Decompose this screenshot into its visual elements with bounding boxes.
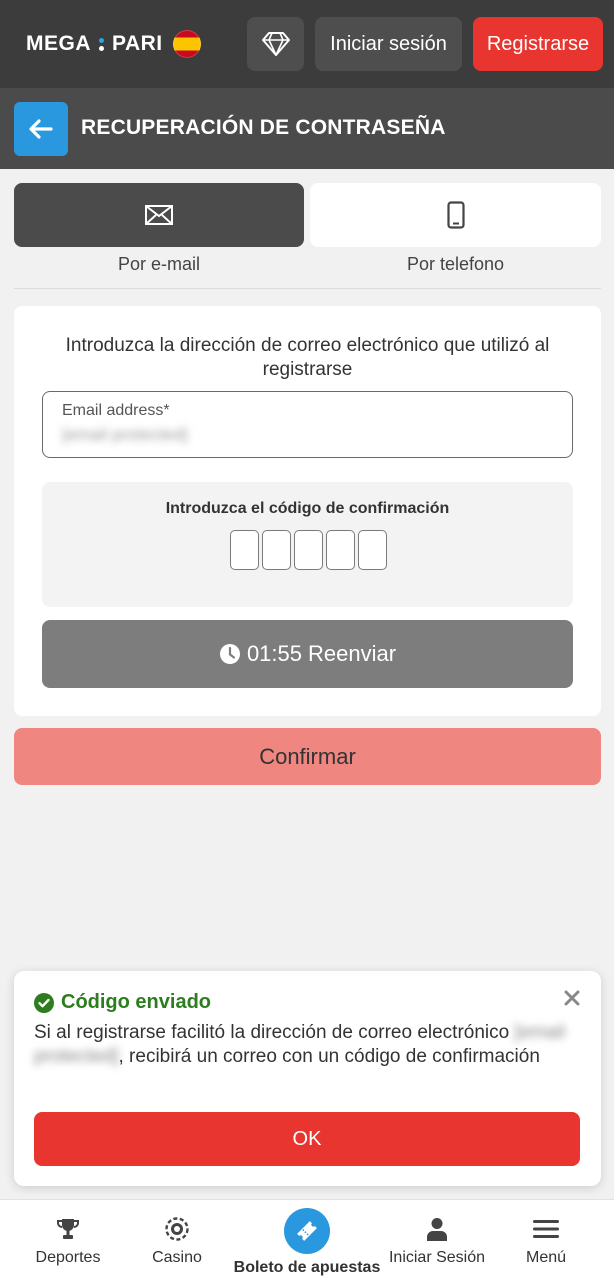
logo-text-right: PARI xyxy=(112,32,163,55)
tab-label-email: Por e-mail xyxy=(117,254,201,274)
trophy-icon xyxy=(56,1217,80,1241)
tab-label-phone: Por telefono xyxy=(406,254,505,274)
nav-item-casino[interactable]: Casino xyxy=(137,1200,217,1280)
nav-item-deportes[interactable]: Deportes xyxy=(23,1200,113,1280)
notification-text-before: Si al registrarse facilitó la dirección … xyxy=(34,1022,510,1043)
ok-button[interactable]: OK xyxy=(34,1112,580,1166)
code-digit-input[interactable] xyxy=(262,530,291,570)
resend-timer: 01:55 xyxy=(246,641,302,666)
email-field-value[interactable]: [email protected] xyxy=(62,425,188,445)
code-input-group xyxy=(230,530,387,570)
nav-label-casino: Casino xyxy=(152,1249,202,1266)
spain-flag-icon xyxy=(172,30,201,58)
page-title: RECUPERACIÓN DE CONTRASEÑA xyxy=(81,116,446,139)
logo-colon xyxy=(99,37,104,51)
code-digit-input[interactable] xyxy=(230,530,259,570)
confirm-button[interactable]: Confirmar xyxy=(14,728,601,785)
nav-label-deportes: Deportes xyxy=(35,1249,101,1266)
tab-by-email[interactable] xyxy=(14,183,304,247)
ticket-icon xyxy=(284,1208,330,1254)
resend-label: Reenviar xyxy=(308,641,397,666)
notification-text-after: , recibirá un correo con un código de co… xyxy=(118,1046,540,1067)
logo-text-left: MEGA xyxy=(26,32,91,55)
close-icon[interactable] xyxy=(561,987,583,1009)
email-recovery-card: Introduzca la dirección de correo electr… xyxy=(14,306,601,716)
bottom-navigation: Deportes Casino Boleto de apuestas Inici… xyxy=(0,1199,614,1280)
code-digit-input[interactable] xyxy=(358,530,387,570)
nav-label-betslip: Boleto de apuestas xyxy=(233,1259,381,1276)
code-sent-notification: Código enviado Si al registrarse facilit… xyxy=(14,971,601,1186)
tab-by-phone[interactable] xyxy=(310,183,601,247)
envelope-icon xyxy=(145,205,173,225)
code-digit-input[interactable] xyxy=(326,530,355,570)
tabs-divider xyxy=(14,288,601,289)
nav-label-login: Iniciar Sesión xyxy=(388,1249,486,1266)
arrow-left-icon xyxy=(29,119,53,139)
page-title-bar: RECUPERACIÓN DE CONTRASEÑA xyxy=(0,88,614,169)
diamond-icon xyxy=(261,32,290,56)
email-field[interactable]: Email address* [email protected] xyxy=(42,391,573,458)
check-circle-icon xyxy=(34,992,54,1013)
instruction-text: Introduzca la dirección de correo electr… xyxy=(65,335,550,380)
notification-title: Código enviado xyxy=(61,991,211,1013)
nav-item-login[interactable]: Iniciar Sesión xyxy=(384,1200,490,1280)
nav-item-menu[interactable]: Menú xyxy=(515,1200,577,1280)
resend-button[interactable]: 01:55 Reenviar xyxy=(42,620,573,688)
code-digit-input[interactable] xyxy=(294,530,323,570)
clock-icon xyxy=(219,644,240,664)
back-button[interactable] xyxy=(14,102,68,156)
casino-chip-icon xyxy=(165,1217,189,1241)
code-title: Introduzca el código de confirmación xyxy=(165,500,450,517)
confirmation-code-box: Introduzca el código de confirmación xyxy=(42,482,573,607)
email-field-label: Email address* xyxy=(62,402,170,419)
nav-item-betslip[interactable]: Boleto de apuestas xyxy=(232,1200,382,1280)
user-icon xyxy=(426,1217,448,1241)
vip-diamond-button[interactable] xyxy=(247,17,304,71)
megapari-logo[interactable]: MEGA PARI xyxy=(26,28,201,60)
notification-header: Código enviado xyxy=(34,991,211,1014)
register-button[interactable]: Registrarse xyxy=(473,17,603,71)
top-header: MEGA PARI Iniciar sesión Registrarse xyxy=(0,0,614,88)
hamburger-menu-icon xyxy=(533,1217,559,1241)
login-button[interactable]: Iniciar sesión xyxy=(315,17,462,71)
notification-message: Si al registrarse facilitó la dirección … xyxy=(34,1021,574,1069)
nav-label-menu: Menú xyxy=(525,1249,567,1266)
smartphone-icon xyxy=(446,201,465,229)
